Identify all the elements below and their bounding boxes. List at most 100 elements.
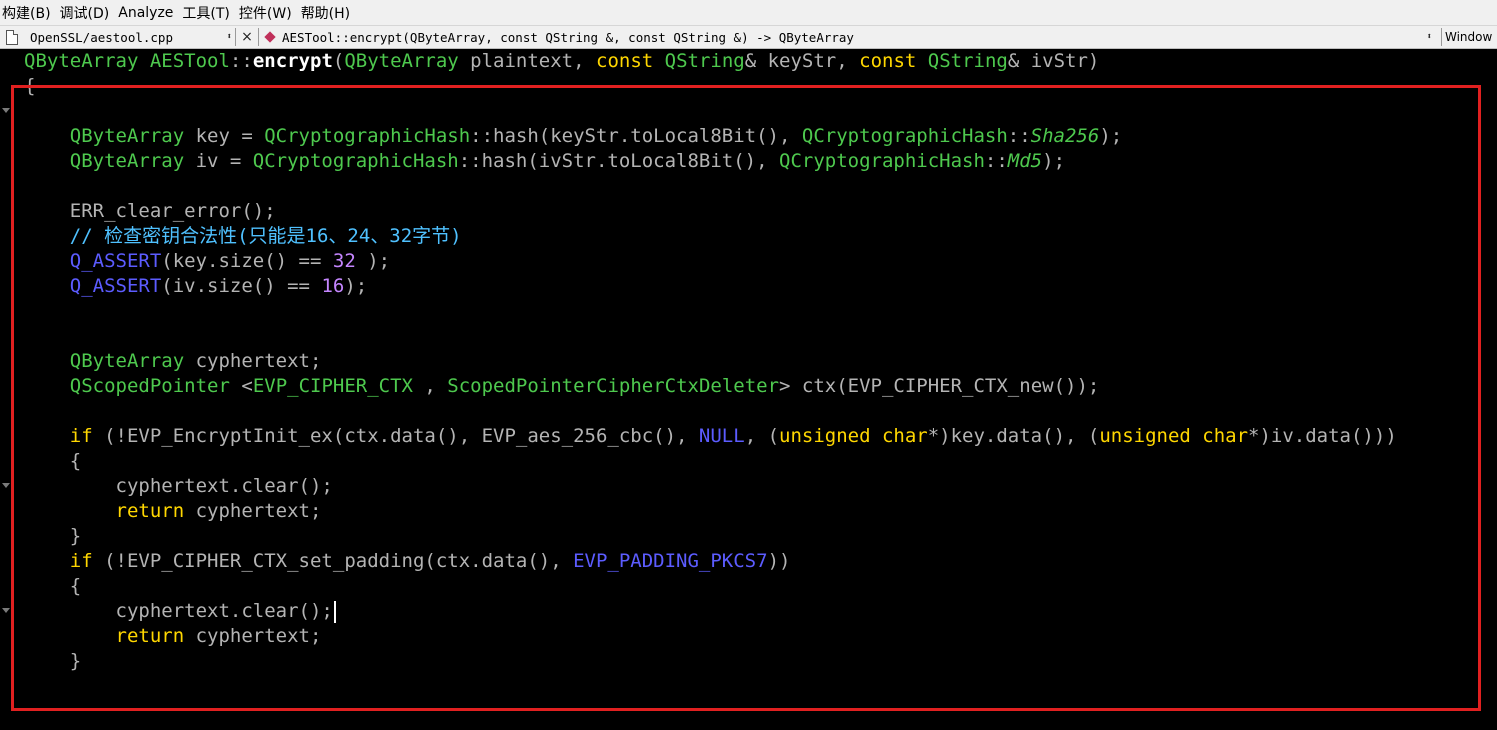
code-line[interactable]: { xyxy=(24,449,1397,474)
code-line[interactable]: if (!EVP_CIPHER_CTX_set_padding(ctx.data… xyxy=(24,549,1397,574)
code-token: return xyxy=(115,500,185,522)
code-token: ); xyxy=(1042,150,1066,172)
code-token: EVP_CIPHER_CTX xyxy=(252,375,413,397)
file-selector[interactable]: OpenSSL/aestool.cpp ⬍ xyxy=(0,29,232,45)
function-selector[interactable]: AESTool::encrypt(QByteArray, const QStri… xyxy=(262,30,1438,45)
file-icon xyxy=(6,29,18,45)
menu-tools[interactable]: 工具(T) xyxy=(180,3,236,23)
code-line[interactable]: ERR_clear_error(); xyxy=(24,199,1397,224)
code-line[interactable]: QByteArray AESTool::encrypt(QByteArray p… xyxy=(24,49,1397,74)
code-token: EVP_PADDING_PKCS7 xyxy=(573,550,768,572)
code-line[interactable]: cyphertext.clear(); xyxy=(24,474,1397,499)
code-text[interactable]: QByteArray AESTool::encrypt(QByteArray p… xyxy=(24,49,1397,674)
code-line[interactable] xyxy=(24,399,1397,424)
code-token: cyphertext.clear(); xyxy=(24,475,333,497)
code-line[interactable]: cyphertext.clear(); xyxy=(24,599,1397,624)
code-line[interactable]: Q_ASSERT(iv.size() == 16); xyxy=(24,274,1397,299)
code-token: QCryptographicHash xyxy=(779,150,985,172)
code-token: ( xyxy=(332,50,345,72)
code-line[interactable]: { xyxy=(24,74,1397,99)
code-line[interactable]: { xyxy=(24,574,1397,599)
code-token: const xyxy=(859,50,928,72)
code-line[interactable]: QByteArray cyphertext; xyxy=(24,349,1397,374)
code-token: < xyxy=(229,375,253,397)
code-token: ); xyxy=(344,275,368,297)
code-line[interactable]: QByteArray key = QCryptographicHash::has… xyxy=(24,124,1397,149)
code-line[interactable]: } xyxy=(24,649,1397,674)
code-token: AESTool xyxy=(149,50,230,72)
file-updown-icon[interactable]: ⬍ xyxy=(227,32,232,42)
code-token: ); xyxy=(1099,125,1123,147)
code-token: Q_ASSERT xyxy=(69,250,162,272)
code-line[interactable] xyxy=(24,324,1397,349)
code-token: { xyxy=(24,575,82,597)
method-icon xyxy=(264,31,276,43)
code-token: if xyxy=(69,550,93,572)
code-token: , ( xyxy=(744,425,780,447)
code-token: Md5 xyxy=(1007,150,1043,172)
function-updown-icon[interactable]: ⬍ xyxy=(1427,32,1432,42)
file-name: OpenSSL/aestool.cpp xyxy=(30,29,173,45)
code-token: QByteArray xyxy=(69,350,185,372)
fold-marker-icon[interactable] xyxy=(2,108,10,113)
code-token: iv = xyxy=(184,150,253,172)
code-token: QCryptographicHash xyxy=(264,125,471,147)
menu-build[interactable]: 构建(B) xyxy=(0,3,58,23)
menu-help[interactable]: 帮助(H) xyxy=(299,3,357,23)
code-line[interactable]: return cyphertext; xyxy=(24,624,1397,649)
code-token: :: xyxy=(984,150,1008,172)
window-selector[interactable]: Window xyxy=(1445,30,1497,44)
code-token: QScopedPointer xyxy=(69,375,230,397)
gutter xyxy=(0,49,18,730)
function-signature: AESTool::encrypt(QByteArray, const QStri… xyxy=(282,29,854,45)
fold-marker-icon[interactable] xyxy=(2,608,10,613)
code-token: QCryptographicHash xyxy=(801,125,1008,147)
code-token: plaintext, xyxy=(458,50,597,72)
code-token: encrypt xyxy=(252,50,333,72)
code-line[interactable]: } xyxy=(24,524,1397,549)
code-line[interactable] xyxy=(24,174,1397,199)
menu-controls[interactable]: 控件(W) xyxy=(237,3,299,23)
code-line[interactable]: if (!EVP_EncryptInit_ex(ctx.data(), EVP_… xyxy=(24,424,1397,449)
separator xyxy=(1441,28,1442,46)
code-token: return xyxy=(115,625,185,647)
code-token: } xyxy=(24,650,82,672)
code-line[interactable] xyxy=(24,99,1397,124)
menu-debug[interactable]: 调试(D) xyxy=(58,3,117,23)
code-line[interactable] xyxy=(24,299,1397,324)
code-token: const xyxy=(596,50,665,72)
code-token: NULL xyxy=(698,425,745,447)
code-token: )) xyxy=(767,550,791,572)
code-token: unsigned char xyxy=(779,425,928,447)
code-token: ::hash(keyStr.toLocal8Bit(), xyxy=(470,125,802,147)
code-token: 32 xyxy=(332,250,356,272)
code-token: QString xyxy=(664,50,745,72)
code-line[interactable]: QScopedPointer <EVP_CIPHER_CTX , ScopedP… xyxy=(24,374,1397,399)
code-line[interactable]: // 检查密钥合法性(只能是16、24、32字节) xyxy=(24,224,1397,249)
code-token: cyphertext.clear(); xyxy=(24,600,333,622)
code-line[interactable]: Q_ASSERT(key.size() == 32 ); xyxy=(24,249,1397,274)
code-token: Q_ASSERT xyxy=(69,275,162,297)
code-token: ScopedPointerCipherCtxDeleter xyxy=(447,375,780,397)
code-token: unsigned char xyxy=(1099,425,1249,447)
code-token: 16 xyxy=(321,275,345,297)
code-line[interactable]: QByteArray iv = QCryptographicHash::hash… xyxy=(24,149,1397,174)
code-token: QByteArray xyxy=(344,50,459,72)
code-token: :: xyxy=(229,50,253,72)
code-line[interactable]: return cyphertext; xyxy=(24,499,1397,524)
code-token: :: xyxy=(1007,125,1031,147)
code-token: ERR_clear_error(); xyxy=(24,200,276,222)
fold-marker-icon[interactable] xyxy=(2,483,10,488)
editor-nav-bar: OpenSSL/aestool.cpp ⬍ × AESTool::encrypt… xyxy=(0,25,1497,49)
code-token: *)key.data(), ( xyxy=(927,425,1100,447)
close-icon[interactable]: × xyxy=(239,29,255,45)
menu-analyze[interactable]: Analyze xyxy=(116,5,180,21)
